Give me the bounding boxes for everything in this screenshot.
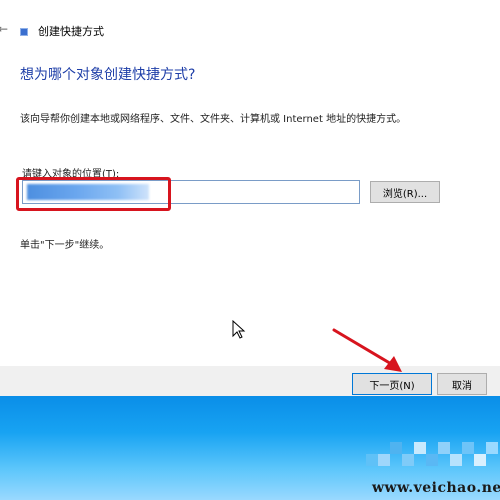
mosaic-tile	[402, 454, 414, 466]
mosaic-tile	[486, 442, 498, 454]
mosaic-tile	[426, 454, 438, 466]
mosaic-tile	[474, 454, 486, 466]
watermark: www.veichao.net	[372, 480, 500, 496]
mosaic-tile	[378, 454, 390, 466]
mosaic-tile	[462, 442, 474, 454]
mosaic-tile	[438, 442, 450, 454]
mosaic-tile	[414, 442, 426, 454]
mosaic-tile	[366, 454, 378, 466]
mosaic-tile	[450, 454, 462, 466]
mosaic-tile	[390, 442, 402, 454]
